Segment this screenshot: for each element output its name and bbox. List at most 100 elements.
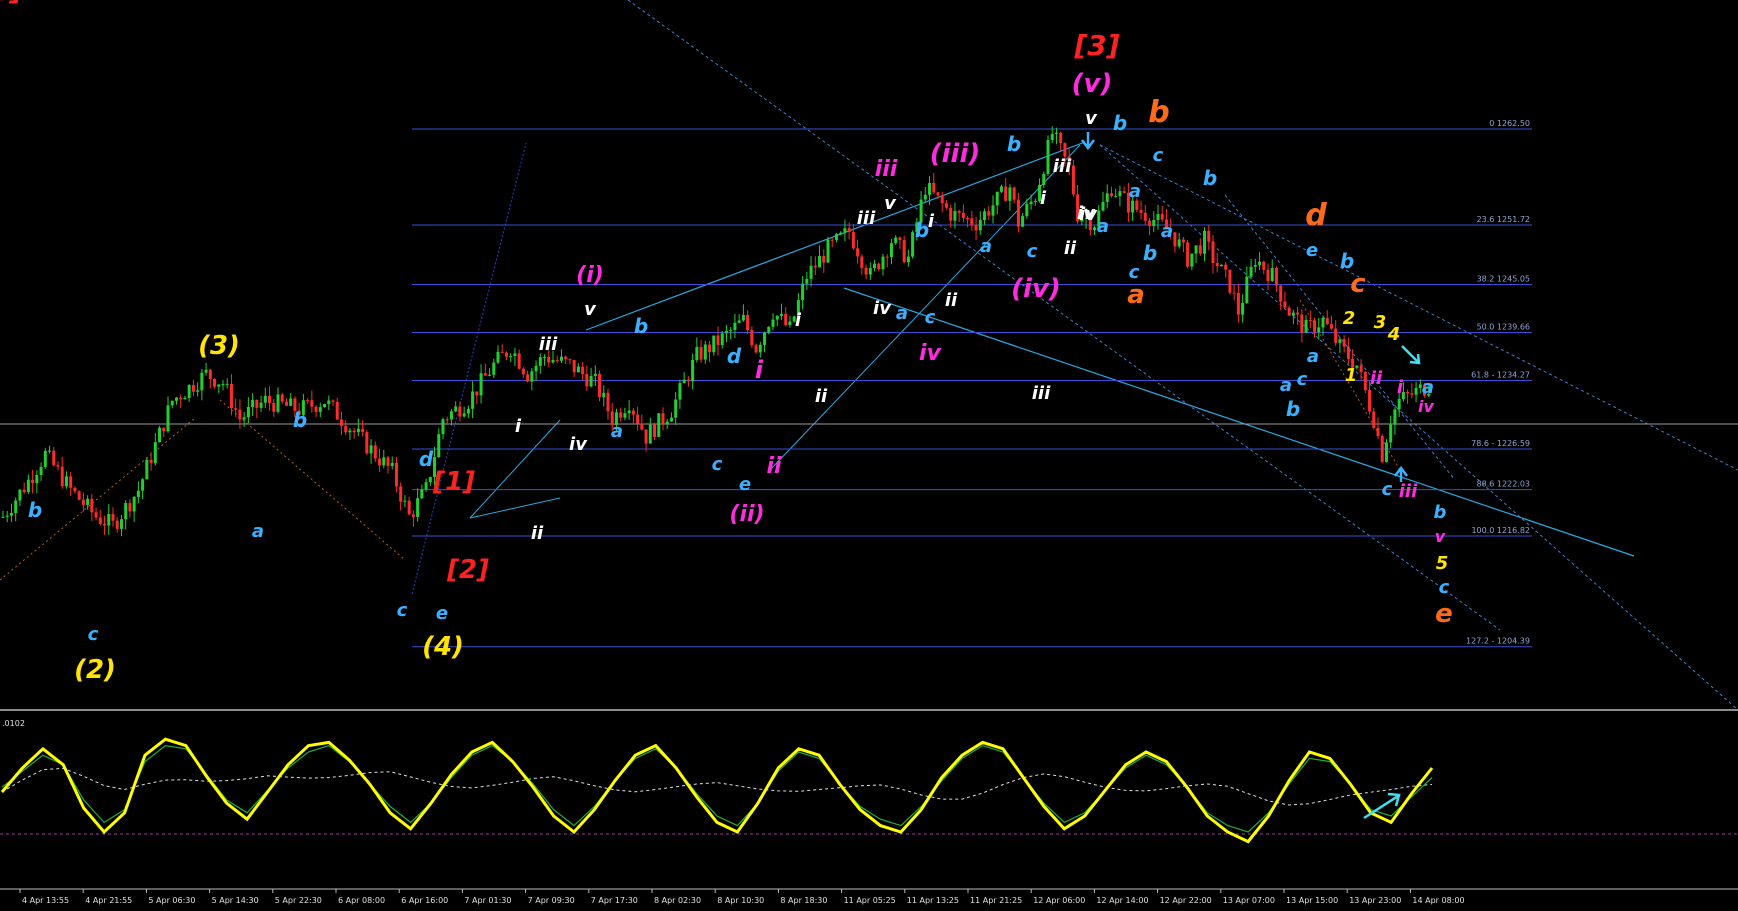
wave-label: b (1113, 111, 1127, 135)
candle-body (268, 395, 272, 403)
candle-body (276, 394, 280, 412)
time-label: 13 Apr 15:00 (1286, 896, 1338, 905)
candle-body (18, 489, 22, 501)
candle-body (818, 255, 822, 268)
wave-label: iii (875, 157, 898, 182)
wave-label: ii (815, 386, 828, 407)
candle-body (196, 390, 200, 392)
candle-body (1236, 292, 1240, 315)
candle-body (864, 267, 868, 275)
candle-body (204, 369, 208, 373)
candle-body (568, 359, 572, 361)
candle-body (1207, 230, 1211, 242)
candle-body (1148, 220, 1152, 227)
candle-body (957, 211, 961, 213)
candle-body (22, 489, 26, 493)
candle-body (1376, 427, 1380, 436)
candle-body (889, 243, 893, 258)
fib-level-label: 38.2 1245.05 (1477, 274, 1530, 283)
candle-body (1114, 196, 1118, 198)
candle-body (775, 315, 779, 320)
candle-body (1021, 216, 1025, 227)
candle-body (691, 360, 695, 382)
candle-body (420, 489, 424, 499)
wave-label: 1 (1345, 365, 1358, 386)
candle-body (479, 373, 483, 396)
candle-body (602, 392, 606, 398)
candle-body (1406, 392, 1410, 394)
candle-body (1109, 193, 1113, 197)
candle-body (1338, 339, 1342, 343)
candle-body (784, 313, 788, 325)
wave-label: b (1148, 95, 1169, 130)
time-label: 14 Apr 08:00 (1412, 896, 1464, 905)
candle-body (1393, 409, 1397, 425)
candle-body (1101, 201, 1105, 211)
candle-body (344, 425, 348, 433)
wave-label: iv (569, 434, 588, 455)
candle-body (530, 371, 534, 382)
fib-level-label: 88.6 1222.03 (1477, 480, 1530, 489)
candle-body (9, 512, 13, 516)
candle-body (331, 400, 335, 402)
wave-label: b (634, 314, 648, 338)
wave-label: d (727, 344, 742, 368)
candle-body (1304, 320, 1308, 333)
wave-label: c (1153, 145, 1164, 166)
candle-body (847, 228, 851, 233)
time-label: 13 Apr 23:00 (1349, 896, 1401, 905)
candle-body (1414, 387, 1418, 395)
candle-body (403, 500, 407, 502)
candle-body (953, 211, 957, 221)
wave-label: iv (1079, 204, 1098, 225)
candle-body (830, 239, 834, 241)
candle-body (1059, 132, 1063, 144)
candle-body (974, 225, 978, 231)
candle-body (1291, 312, 1295, 316)
candle-body (416, 498, 420, 517)
candle-body (885, 256, 889, 258)
candle-body (259, 402, 263, 408)
candle-body (1283, 301, 1287, 308)
candle-body (1287, 307, 1291, 316)
candle-body (454, 406, 458, 412)
time-label: 4 Apr 13:55 (22, 896, 69, 905)
candle-body (35, 475, 39, 484)
candle-body (1241, 302, 1245, 315)
candle-body (90, 498, 94, 513)
candle-body (581, 366, 585, 375)
candle-body (390, 462, 394, 466)
time-label: 5 Apr 22:30 (275, 896, 322, 905)
wave-label: (v) (1072, 69, 1113, 99)
candle-body (860, 256, 864, 268)
wave-label: ii (1370, 368, 1383, 389)
candle-body (386, 457, 390, 466)
candle-body (682, 379, 686, 384)
candle-body (699, 347, 703, 360)
candle-body (1004, 186, 1008, 201)
candle-body (966, 217, 970, 219)
wave-label: i (755, 356, 764, 384)
candle-body (183, 397, 187, 400)
candle-body (39, 466, 43, 476)
wave-label: [1] (432, 467, 475, 497)
candle-body (598, 373, 602, 398)
candle-body (1384, 442, 1388, 462)
candle-body (5, 515, 9, 517)
candle-body (564, 356, 568, 360)
candle-body (81, 499, 85, 505)
candle-body (1139, 209, 1143, 213)
candle-body (356, 428, 360, 433)
time-label: 6 Apr 08:00 (338, 896, 385, 905)
time-label: 11 Apr 21:25 (970, 896, 1022, 905)
candle-body (1325, 318, 1329, 325)
fib-level-label: 23.6 1251.72 (1477, 215, 1530, 224)
wave-label: c (712, 454, 723, 475)
candle-body (754, 345, 758, 353)
candle-body (60, 466, 64, 487)
wave-label: ii (1064, 238, 1077, 259)
wave-label: a (1422, 377, 1434, 398)
candle-body (1270, 268, 1274, 282)
candle-body (1063, 143, 1067, 157)
wave-label: i (928, 211, 935, 232)
